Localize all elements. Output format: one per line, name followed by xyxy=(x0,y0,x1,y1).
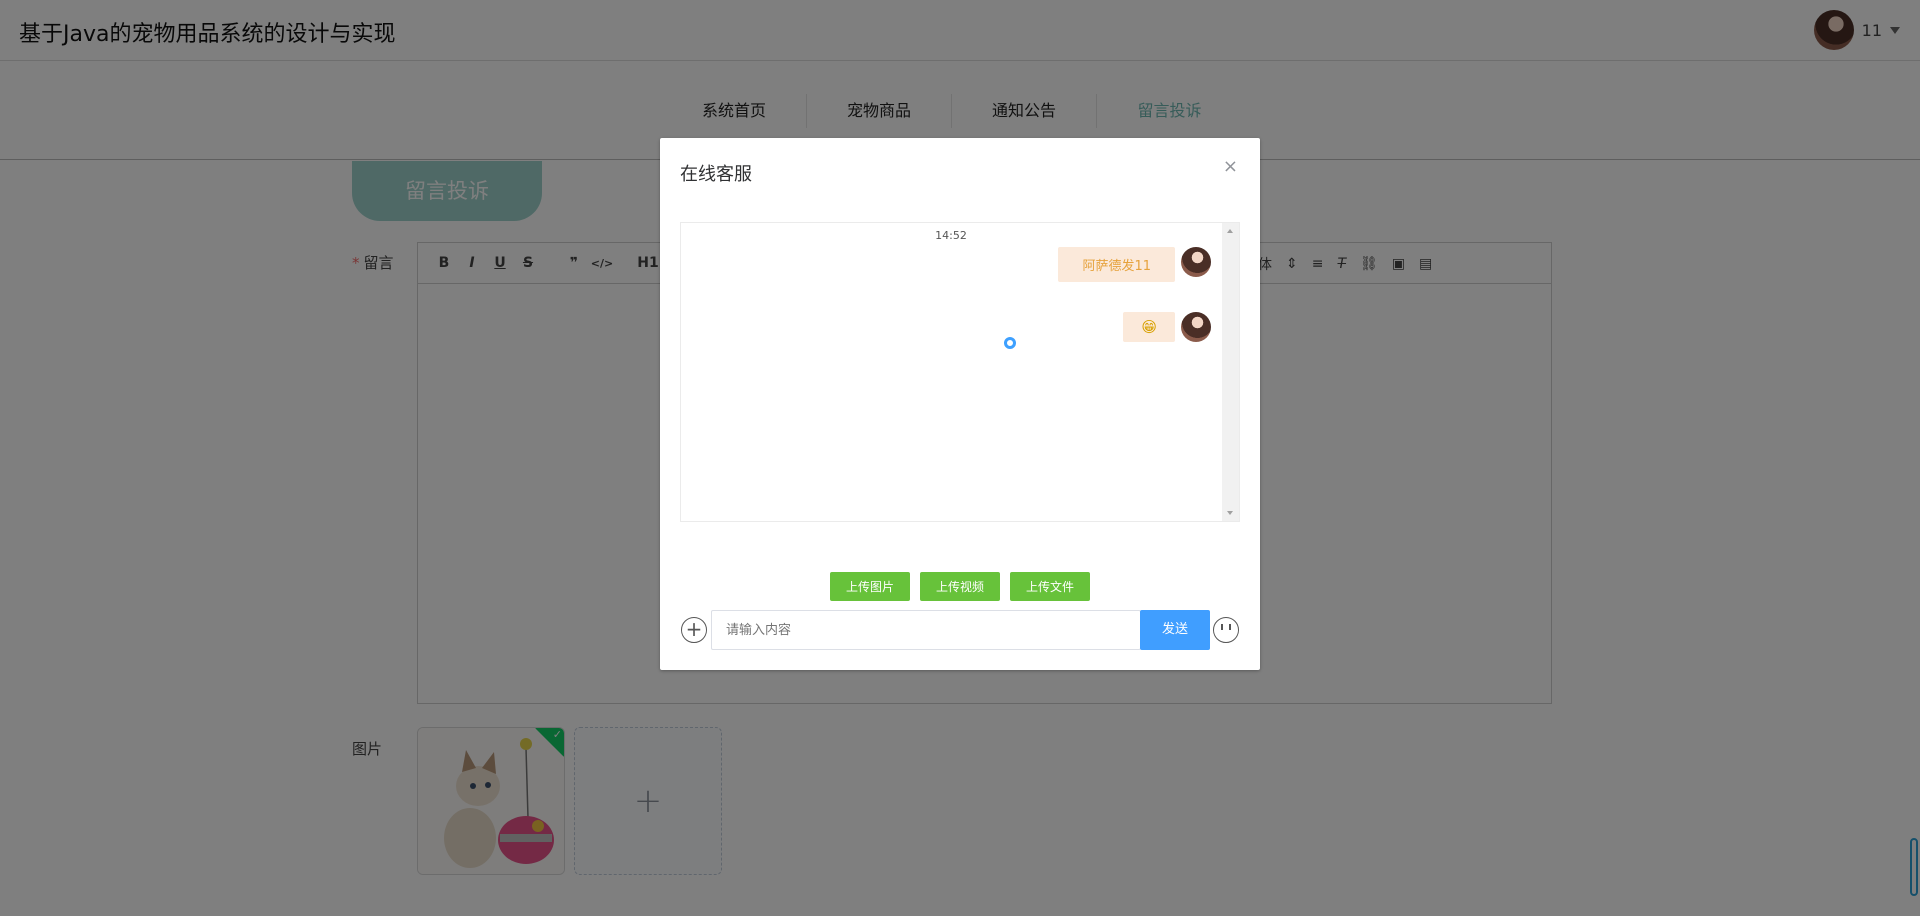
scroll-down-icon[interactable] xyxy=(1227,511,1233,515)
message-input[interactable] xyxy=(711,610,1141,650)
chat-message: 阿萨德发11 xyxy=(1058,247,1211,282)
chat-avatar xyxy=(1181,247,1211,277)
message-bubble: 阿萨德发11 xyxy=(1058,247,1175,282)
online-service-dialog: 在线客服 × 14:52 阿萨德发11 😁 上传图片 上传视频 上传文件 + 发… xyxy=(660,138,1260,670)
close-icon[interactable]: × xyxy=(1223,156,1238,177)
chat-input-row: + 发送 xyxy=(680,610,1240,650)
upload-image-button[interactable]: 上传图片 xyxy=(830,572,911,601)
chat-timestamp: 14:52 xyxy=(935,229,967,242)
upload-file-button[interactable]: 上传文件 xyxy=(1010,572,1091,601)
chat-message: 😁 xyxy=(1123,312,1211,342)
message-bubble: 😁 xyxy=(1123,312,1175,342)
upload-button-group: 上传图片 上传视频 上传文件 xyxy=(830,572,1091,601)
chat-scrollbar[interactable] xyxy=(1222,223,1239,521)
chat-history[interactable]: 14:52 阿萨德发11 😁 xyxy=(680,222,1240,522)
scroll-up-icon[interactable] xyxy=(1227,229,1233,233)
dialog-title: 在线客服 xyxy=(680,164,752,185)
chat-avatar xyxy=(1181,312,1211,342)
send-button[interactable]: 发送 xyxy=(1140,610,1210,650)
upload-video-button[interactable]: 上传视频 xyxy=(920,572,1001,601)
loading-indicator-icon xyxy=(1004,337,1016,349)
emoji-icon[interactable] xyxy=(1213,617,1239,643)
add-circle-icon[interactable]: + xyxy=(681,617,707,643)
